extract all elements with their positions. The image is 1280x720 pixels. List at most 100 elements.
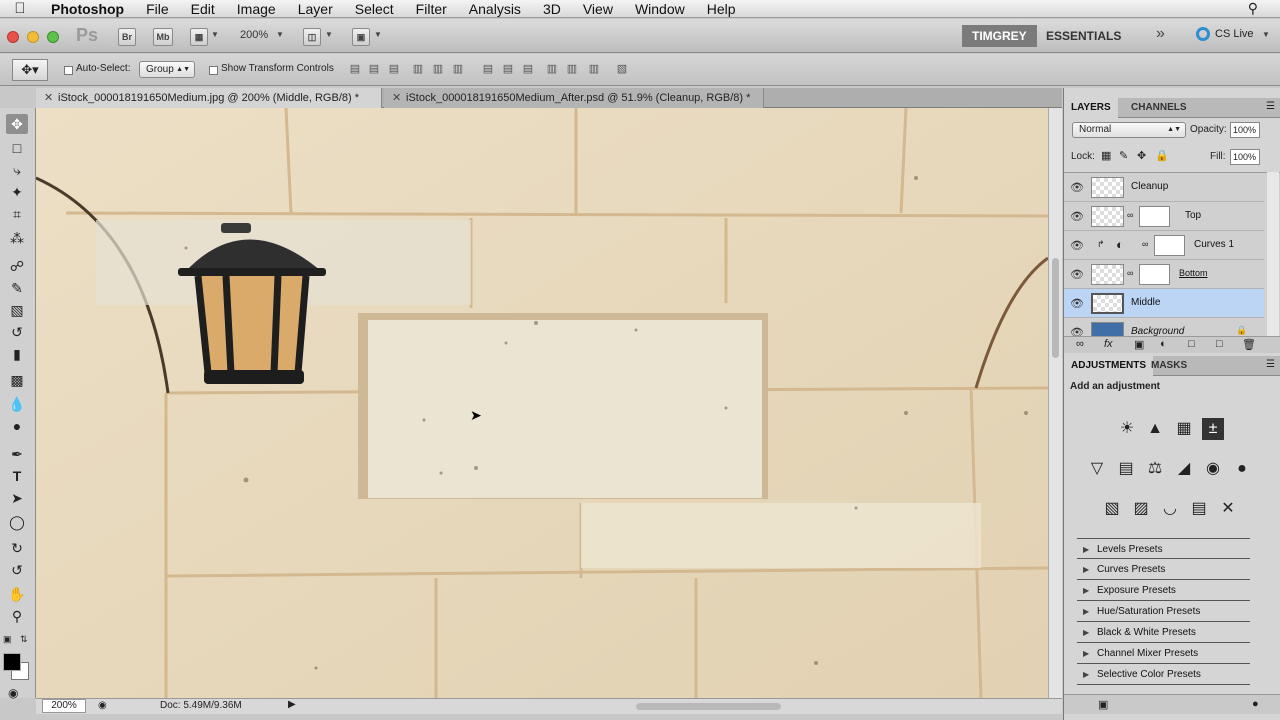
visibility-eye-icon[interactable]: 👁: [1070, 181, 1084, 194]
close-tab-icon[interactable]: ✕: [392, 88, 401, 108]
align-top-icon[interactable]: ▤: [348, 62, 362, 76]
close-window-icon[interactable]: [7, 31, 19, 43]
lock-transparent-icon[interactable]: ▦: [1101, 149, 1111, 162]
preset-channel-mixer[interactable]: ▶ Channel Mixer Presets: [1077, 643, 1250, 664]
menu-image[interactable]: Image: [226, 0, 287, 18]
lock-position-icon[interactable]: ✥: [1137, 149, 1146, 162]
arrange-documents-icon[interactable]: ◫: [303, 28, 321, 46]
document-canvas[interactable]: ➤: [36, 108, 1048, 698]
brush-tool-icon[interactable]: ✎: [6, 278, 28, 298]
layer-mask-thumbnail[interactable]: [1139, 264, 1170, 285]
new-layer-icon[interactable]: □: [1216, 338, 1223, 350]
tab-adjustments[interactable]: ADJUSTMENTS: [1064, 356, 1154, 376]
layer-mask-thumbnail[interactable]: [1154, 235, 1185, 256]
chevron-down-icon[interactable]: ▼: [211, 30, 219, 39]
photo-filter-icon[interactable]: ◉: [1202, 458, 1224, 480]
close-tab-icon[interactable]: ✕: [44, 88, 53, 108]
history-brush-tool-icon[interactable]: ↺: [6, 322, 28, 342]
brightness-contrast-icon[interactable]: ☀: [1116, 418, 1138, 440]
layer-mask-thumbnail[interactable]: [1139, 206, 1170, 227]
posterize-icon[interactable]: ▨: [1130, 498, 1152, 520]
status-menu-arrow-icon[interactable]: ▶: [288, 699, 296, 710]
vertical-scroll-thumb[interactable]: [1052, 258, 1059, 358]
status-info-icon[interactable]: ◉: [98, 700, 107, 711]
type-tool-icon[interactable]: T: [6, 466, 28, 486]
view-extras-icon[interactable]: ▦: [190, 28, 208, 46]
color-balance-icon[interactable]: ⚖: [1144, 458, 1166, 480]
expand-triangle-icon[interactable]: ▶: [1083, 580, 1089, 601]
layer-row-bottom[interactable]: 👁 ∞ Bottom: [1064, 260, 1264, 289]
eyedropper-tool-icon[interactable]: ⁂: [6, 228, 28, 248]
menu-3d[interactable]: 3D: [532, 0, 572, 18]
channel-mixer-icon[interactable]: ●: [1231, 458, 1253, 480]
visibility-eye-icon[interactable]: 👁: [1070, 326, 1084, 336]
align-left-icon[interactable]: ▥: [411, 62, 425, 76]
menu-help[interactable]: Help: [696, 0, 747, 18]
threshold-icon[interactable]: ◡: [1159, 498, 1181, 520]
lock-image-icon[interactable]: ✎: [1119, 149, 1128, 162]
zoom-tool-icon[interactable]: ⚲: [6, 606, 28, 626]
move-tool-preset-icon[interactable]: ✥▾: [12, 59, 48, 81]
fill-field[interactable]: 100%: [1230, 149, 1260, 165]
gradient-map-icon[interactable]: ▤: [1188, 498, 1210, 520]
status-zoom-field[interactable]: 200%: [42, 699, 86, 713]
layer-row-middle[interactable]: 👁 Middle: [1064, 289, 1264, 318]
layer-row-top[interactable]: 👁 ∞ Top: [1064, 202, 1264, 231]
distribute-left-icon[interactable]: ▥: [545, 62, 559, 76]
foreground-color-swatch[interactable]: [3, 653, 21, 671]
layer-row-cleanup[interactable]: 👁 Cleanup: [1064, 173, 1264, 202]
tab-layers[interactable]: LAYERS: [1064, 98, 1118, 118]
hand-tool-icon[interactable]: ✋: [6, 584, 28, 604]
expand-triangle-icon[interactable]: ▶: [1083, 643, 1089, 664]
minimize-window-icon[interactable]: [27, 31, 39, 43]
panel-menu-icon[interactable]: ☰: [1266, 101, 1275, 112]
expand-triangle-icon[interactable]: ▶: [1083, 559, 1089, 580]
path-selection-tool-icon[interactable]: ➤: [6, 488, 28, 508]
menu-select[interactable]: Select: [344, 0, 405, 18]
more-workspaces-icon[interactable]: »: [1156, 25, 1165, 43]
preset-exposure[interactable]: ▶ Exposure Presets: [1077, 580, 1250, 601]
visibility-eye-icon[interactable]: 👁: [1070, 297, 1084, 310]
tab-document-after[interactable]: ✕ iStock_000018191650Medium_After.psd @ …: [384, 88, 764, 108]
preset-black-white[interactable]: ▶ Black & White Presets: [1077, 622, 1250, 643]
3d-orbit-tool-icon[interactable]: ↺: [6, 560, 28, 580]
tab-masks[interactable]: MASKS: [1144, 356, 1194, 376]
visibility-eye-icon[interactable]: 👁: [1070, 239, 1084, 252]
layers-scrollbar[interactable]: [1267, 172, 1279, 336]
delete-layer-icon[interactable]: 🗑: [1242, 338, 1256, 351]
ellipse-tool-icon[interactable]: ◯: [6, 512, 28, 532]
align-right-icon[interactable]: ▥: [451, 62, 465, 76]
blur-tool-icon[interactable]: 💧: [6, 394, 28, 414]
mini-bridge-button[interactable]: Mb: [153, 28, 173, 46]
expand-triangle-icon[interactable]: ▶: [1083, 539, 1089, 560]
distribute-right-icon[interactable]: ▥: [587, 62, 601, 76]
eraser-tool-icon[interactable]: ▮: [6, 344, 28, 364]
distribute-center-icon[interactable]: ▤: [501, 62, 515, 76]
opacity-field[interactable]: 100%: [1230, 122, 1260, 138]
chevron-down-icon[interactable]: ▼: [374, 30, 382, 39]
show-transform-checkbox[interactable]: [209, 66, 218, 75]
gradient-tool-icon[interactable]: ▩: [6, 370, 28, 390]
black-white-icon[interactable]: ◢: [1173, 458, 1195, 480]
cs-live-button[interactable]: CS Live: [1215, 28, 1254, 40]
vibrance-icon[interactable]: ▽: [1086, 458, 1108, 480]
lock-all-icon[interactable]: 🔒: [1155, 149, 1169, 162]
exposure-icon[interactable]: ±: [1202, 418, 1224, 440]
layer-row-curves[interactable]: 👁 ↱ ◐ ∞ Curves 1: [1064, 231, 1264, 260]
distribute-horizontal-center-icon[interactable]: ▥: [565, 62, 579, 76]
menu-filter[interactable]: Filter: [405, 0, 458, 18]
layer-style-icon[interactable]: fx: [1104, 338, 1113, 350]
align-vertical-center-icon[interactable]: ▤: [367, 62, 381, 76]
mask-link-icon[interactable]: ∞: [1127, 210, 1133, 220]
bridge-button[interactable]: Br: [118, 28, 136, 46]
menu-window[interactable]: Window: [624, 0, 696, 18]
panel-menu-icon[interactable]: ☰: [1266, 359, 1275, 370]
align-bottom-icon[interactable]: ▤: [387, 62, 401, 76]
chevron-down-icon[interactable]: ▼: [325, 30, 333, 39]
workspace-timgrey-button[interactable]: TIMGREY: [962, 25, 1037, 47]
expand-triangle-icon[interactable]: ▶: [1083, 622, 1089, 643]
move-tool-icon[interactable]: ✥: [6, 114, 28, 134]
selective-color-icon[interactable]: ✕: [1217, 498, 1239, 520]
3d-rotate-tool-icon[interactable]: ↻: [6, 538, 28, 558]
link-layers-icon[interactable]: ∞: [1076, 338, 1084, 350]
